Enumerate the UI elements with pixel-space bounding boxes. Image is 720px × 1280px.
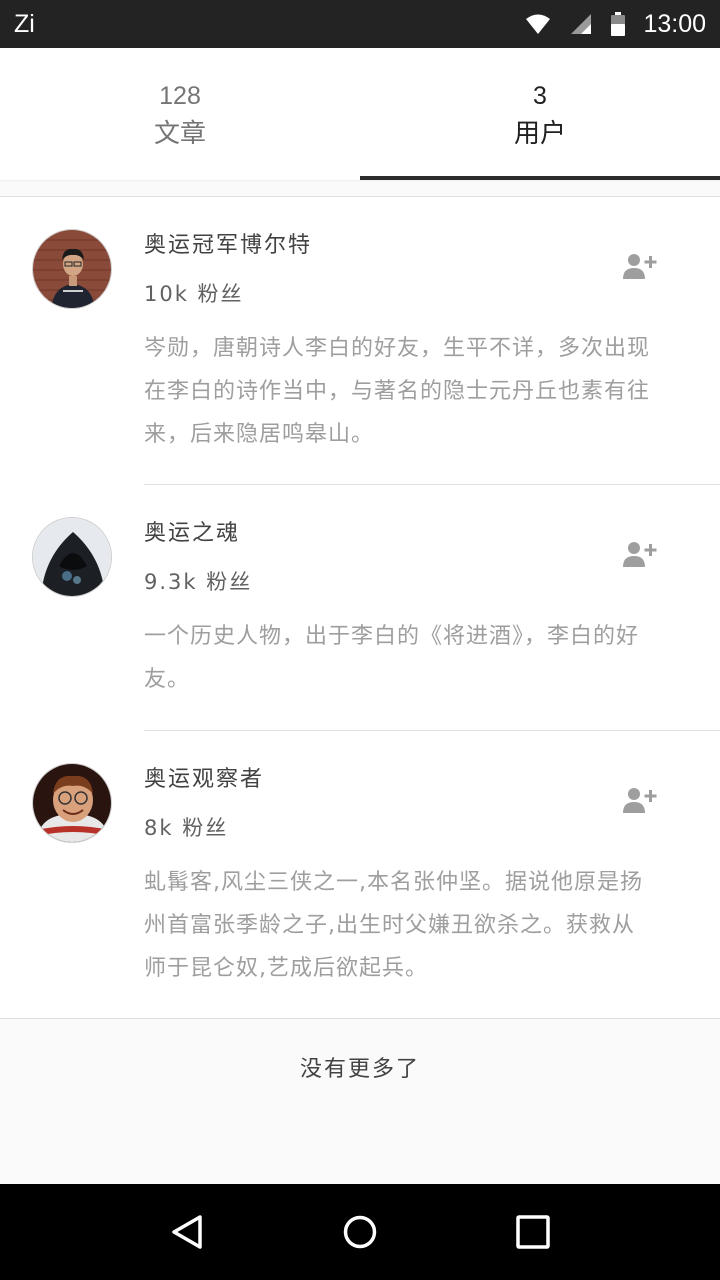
user-avatar[interactable] <box>32 763 112 843</box>
tab-articles-count: 128 <box>159 82 201 110</box>
navigation-bar <box>0 1184 720 1280</box>
user-name: 奥运之魂 <box>144 521 241 546</box>
user-fans: 10k 粉丝 <box>144 282 244 306</box>
avatar-person-brick-wall <box>33 230 111 308</box>
wifi-icon <box>526 14 551 34</box>
user-fans: 9.3k 粉丝 <box>144 570 253 594</box>
home-button[interactable] <box>330 1202 390 1262</box>
person-add-icon <box>623 254 657 279</box>
user-body: 奥运之魂 9.3k 粉丝 一个历史人物，出于李白的《将进酒》，李白的好友。 <box>144 485 656 725</box>
tab-bar: 128 文章 3 用户 <box>0 48 720 180</box>
user-name: 奥运冠军博尔特 <box>144 233 313 258</box>
list-footer: 没有更多了 <box>0 1018 720 1184</box>
user-item[interactable]: 奥运观察者 8k 粉丝 虬髯客,风尘三侠之一,本名张仲坚。据说他原是扬州首富张季… <box>0 731 720 1018</box>
recents-button[interactable] <box>503 1202 563 1262</box>
recents-icon <box>516 1215 551 1249</box>
tab-articles-label: 文章 <box>153 119 206 149</box>
user-description: 一个历史人物，出于李白的《将进酒》，李白的好友。 <box>144 624 640 692</box>
user-item[interactable]: 奥运冠军博尔特 10k 粉丝 岑勋，唐朝诗人李白的好友，生平不详，多次出现在李白… <box>0 197 720 485</box>
screen: Zi 13:00 128 文章 3 用户 奥运冠军博尔特 10k 粉丝 岑勋，唐… <box>0 0 720 1280</box>
signal-icon <box>571 14 592 34</box>
user-description: 岑勋，唐朝诗人李白的好友，生平不详，多次出现在李白的诗作当中，与著名的隐士元丹丘… <box>144 336 651 447</box>
user-avatar[interactable] <box>32 517 112 597</box>
avatar-hooded-figure <box>33 518 111 596</box>
status-time: 13:00 <box>643 9 706 38</box>
user-description: 虬髯客,风尘三侠之一,本名张仲坚。据说他原是扬州首富张季龄之子,出生时父嫌丑欲杀… <box>144 870 643 981</box>
user-item[interactable]: 奥运之魂 9.3k 粉丝 一个历史人物，出于李白的《将进酒》，李白的好友。 <box>0 485 720 731</box>
tab-users[interactable]: 3 用户 <box>360 48 720 180</box>
tab-users-count: 3 <box>533 82 547 110</box>
person-add-icon <box>623 542 657 567</box>
no-more-text: 没有更多了 <box>299 1057 420 1082</box>
user-name: 奥运观察者 <box>144 767 265 792</box>
home-icon <box>343 1215 377 1249</box>
tab-articles[interactable]: 128 文章 <box>0 48 360 180</box>
user-avatar[interactable] <box>32 229 112 309</box>
user-body: 奥运观察者 8k 粉丝 虬髯客,风尘三侠之一,本名张仲坚。据说他原是扬州首富张季… <box>144 731 656 1014</box>
person-add-icon <box>623 788 657 813</box>
user-fans: 8k 粉丝 <box>144 816 229 840</box>
status-bar: Zi 13:00 <box>0 0 720 48</box>
user-list: 奥运冠军博尔特 10k 粉丝 岑勋，唐朝诗人李白的好友，生平不详，多次出现在李白… <box>0 197 720 1018</box>
user-body: 奥运冠军博尔特 10k 粉丝 岑勋，唐朝诗人李白的好友，生平不详，多次出现在李白… <box>144 197 656 480</box>
battery-icon <box>611 12 626 36</box>
status-app-name: Zi <box>14 9 35 38</box>
follow-button[interactable] <box>622 785 658 815</box>
back-button[interactable] <box>157 1202 217 1262</box>
avatar-astronaut <box>33 764 111 842</box>
status-icons: 13:00 <box>525 10 706 39</box>
follow-button[interactable] <box>622 539 658 569</box>
back-icon <box>171 1215 202 1249</box>
tab-users-label: 用户 <box>513 119 566 149</box>
follow-button[interactable] <box>622 251 658 281</box>
